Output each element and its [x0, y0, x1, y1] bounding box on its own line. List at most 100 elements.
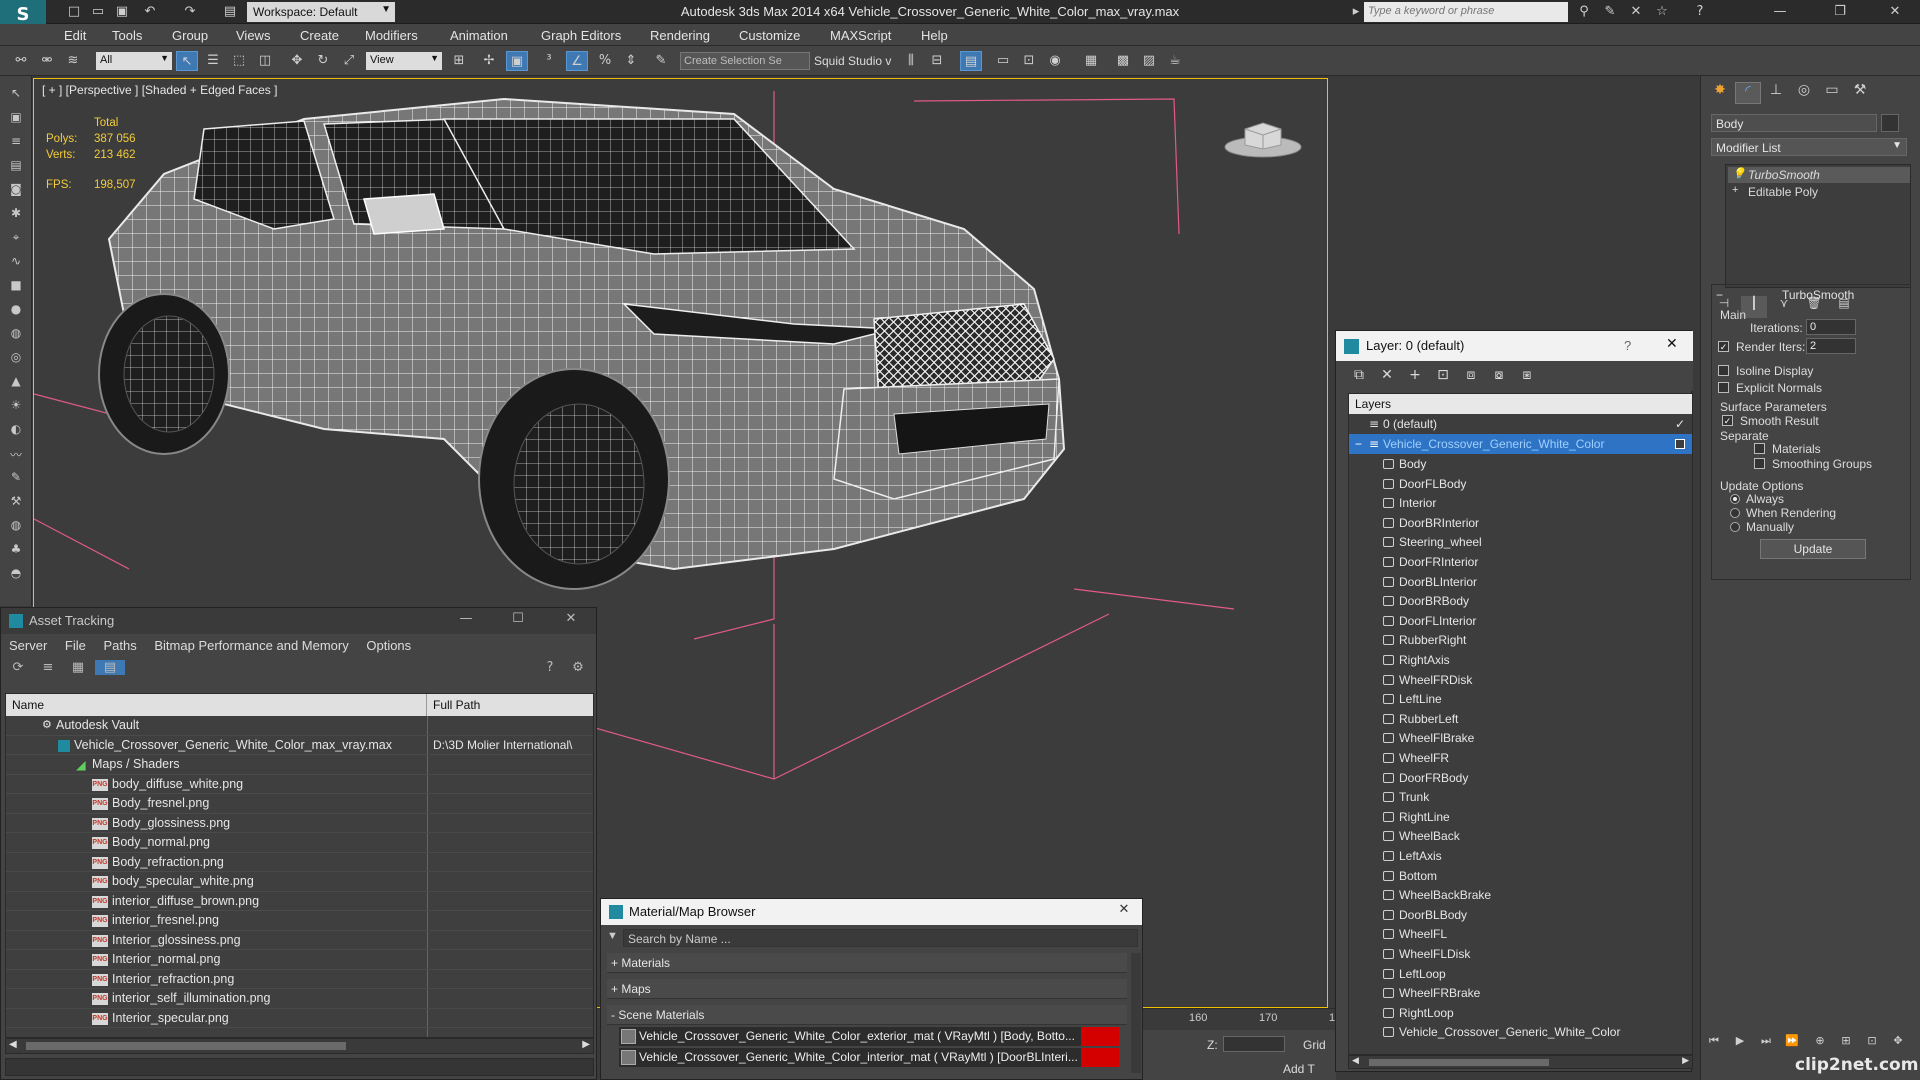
menu-file[interactable]: File	[65, 638, 86, 653]
menu-tools[interactable]: Tools	[112, 28, 142, 43]
scroll-left-icon[interactable]: ◀	[9, 1039, 17, 1050]
isoline-display-checkbox[interactable]	[1718, 365, 1729, 376]
lightbulb-icon[interactable]: 💡	[1732, 167, 1746, 180]
exchange-icon[interactable]: ✕	[1626, 3, 1646, 21]
layer-object-row[interactable]: WheelBackBrake	[1349, 885, 1692, 905]
layer-object-row[interactable]: DoorBLBody	[1349, 905, 1692, 925]
scrollbar-thumb[interactable]	[1369, 1059, 1549, 1066]
layer-object-row[interactable]: WheelBack	[1349, 826, 1692, 846]
layer-object-row[interactable]: Trunk	[1349, 787, 1692, 807]
project-folder-icon[interactable]: ▤	[220, 3, 240, 21]
unlink-icon[interactable]: ⚮	[36, 51, 58, 71]
box-primitive-icon[interactable]: ■	[6, 278, 26, 294]
time-slider-ruler[interactable]: 160 170 1	[1143, 1008, 1336, 1030]
list-icon[interactable]: ≡	[6, 134, 26, 150]
communication-icon[interactable]: ✎	[1600, 3, 1620, 21]
named-selection-set-input[interactable]: Create Selection Se	[680, 52, 810, 70]
align-icon[interactable]: ⊟	[926, 51, 948, 71]
menu-paths[interactable]: Paths	[104, 638, 137, 653]
hammer-icon[interactable]: ⚒	[6, 494, 26, 510]
display-tab-icon[interactable]: ▭	[1819, 82, 1845, 104]
category-maps[interactable]: + Maps	[607, 979, 1127, 999]
layer-object-row[interactable]: DoorBLInterior	[1349, 572, 1692, 592]
spline-icon[interactable]: 〰	[6, 446, 26, 462]
layer-object-row[interactable]: RubberRight	[1349, 630, 1692, 650]
layer-object-row[interactable]: LeftAxis	[1349, 846, 1692, 866]
layer-object-row[interactable]: DoorFLInterior	[1349, 611, 1692, 631]
layer-object-row[interactable]: DoorBRBody	[1349, 591, 1692, 611]
hierarchy-tab-icon[interactable]: ⊥	[1763, 82, 1789, 104]
render-setup-icon[interactable]: ▦	[1080, 51, 1102, 71]
mirror-icon[interactable]: ⫼	[900, 51, 922, 71]
layer-row-vehicle[interactable]: − ≡ Vehicle_Crossover_Generic_White_Colo…	[1349, 434, 1692, 454]
layer-manager-titlebar[interactable]: Layer: 0 (default) ? ✕	[1336, 331, 1693, 361]
modify-tab-icon[interactable]: ◜	[1735, 82, 1761, 104]
z-coordinate-input[interactable]	[1223, 1036, 1285, 1052]
maximize-button[interactable]: ☐	[503, 611, 533, 626]
next-frame-icon[interactable]: ⏭	[1753, 1034, 1779, 1056]
table-row[interactable]: PNG Interior_specular.png	[6, 1009, 593, 1028]
layer-manager-icon[interactable]: ▤	[960, 51, 982, 71]
selection-filter-dropdown[interactable]: All ▼	[96, 52, 172, 70]
cylinder-primitive-icon[interactable]: ◍	[6, 326, 26, 342]
horizontal-scrollbar[interactable]: ◀ ▶	[1348, 1055, 1693, 1069]
motion-tab-icon[interactable]: ◎	[1791, 82, 1817, 104]
column-full-path[interactable]: Full Path	[427, 694, 593, 716]
maximize-button[interactable]: ❐	[1820, 1, 1860, 23]
layer-object-row[interactable]: Steering_wheel	[1349, 532, 1692, 552]
redo-icon[interactable]: ↷	[180, 3, 200, 21]
tree-icon[interactable]: ♣	[6, 542, 26, 558]
layer-object-row[interactable]: WheelFR	[1349, 748, 1692, 768]
layer-object-row[interactable]: Interior	[1349, 493, 1692, 513]
layer-row-default[interactable]: ≡ 0 (default) ✓	[1349, 414, 1692, 434]
binoculars-icon[interactable]: ⚲	[1574, 3, 1594, 21]
zoom-all-icon[interactable]: ⊞	[1833, 1034, 1859, 1056]
menu-group[interactable]: Group	[172, 28, 208, 43]
table-row[interactable]: PNG Interior_normal.png	[6, 950, 593, 970]
iterations-spinner[interactable]: 0	[1806, 319, 1856, 335]
rollout-collapse-icon[interactable]: −	[1716, 288, 1723, 302]
menu-views[interactable]: Views	[236, 28, 270, 43]
menu-maxscript[interactable]: MAXScript	[830, 28, 891, 43]
angle-snap-icon[interactable]: ∠	[566, 51, 588, 71]
render-production-icon[interactable]: ▨	[1138, 51, 1160, 71]
open-folder-icon[interactable]: ▭	[88, 3, 108, 21]
modifier-list-dropdown[interactable]: Modifier List ▼	[1711, 138, 1907, 156]
search-options-icon[interactable]: ▼	[607, 930, 618, 942]
help-icon[interactable]: ?	[1690, 3, 1710, 21]
always-radio[interactable]	[1730, 494, 1740, 504]
material-browser-titlebar[interactable]: Material/Map Browser ✕	[601, 899, 1142, 925]
horizontal-scrollbar[interactable]: ◀ ▶	[5, 1038, 594, 1054]
add-selection-icon[interactable]: +	[1404, 367, 1426, 385]
menu-server[interactable]: Server	[9, 638, 47, 653]
select-in-layer-icon[interactable]: ⊡	[1432, 367, 1454, 385]
render-iters-spinner[interactable]: 2	[1806, 338, 1856, 354]
thumbnail-view-icon[interactable]: ▦	[63, 660, 93, 675]
layer-object-row[interactable]: LeftLoop	[1349, 964, 1692, 984]
scroll-left-icon[interactable]: ◀	[1352, 1055, 1359, 1066]
window-crossing-icon[interactable]: ◫	[254, 51, 276, 71]
hide-all-layers-icon[interactable]: ⧇	[1488, 367, 1510, 385]
percent-snap-icon[interactable]: %	[594, 51, 616, 71]
helper-icon[interactable]: ⌖	[6, 230, 26, 246]
close-button[interactable]: ✕	[1875, 1, 1915, 23]
table-row[interactable]: ⚙ Autodesk Vault	[6, 716, 593, 736]
table-view-icon[interactable]: ▤	[95, 660, 125, 675]
scroll-right-icon[interactable]: ▶	[1682, 1055, 1689, 1066]
menu-customize[interactable]: Customize	[739, 28, 800, 43]
table-row[interactable]: PNG body_diffuse_white.png	[6, 775, 593, 794]
render-iters-checkbox[interactable]: ✓	[1718, 341, 1729, 352]
layer-object-row[interactable]: WheelFL	[1349, 924, 1692, 944]
close-button[interactable]: ✕	[1666, 336, 1678, 352]
table-row[interactable]: PNG Interior_glossiness.png	[6, 931, 593, 950]
smooth-result-checkbox[interactable]: ✓	[1722, 415, 1733, 426]
layer-object-row[interactable]: Vehicle_Crossover_Generic_White_Color	[1349, 1022, 1692, 1042]
table-row[interactable]: PNG interior_self_illumination.png	[6, 989, 593, 1009]
object-color-swatch[interactable]	[1881, 114, 1899, 132]
light-icon[interactable]: ✱	[6, 206, 26, 222]
new-file-icon[interactable]: □	[64, 3, 84, 21]
search-expand-icon[interactable]: ▸	[1346, 3, 1366, 21]
modifier-turbosmooth[interactable]: 💡 TurboSmooth	[1728, 167, 1910, 183]
camera-icon[interactable]: ◙	[6, 182, 26, 198]
material-item-interior[interactable]: Vehicle_Crossover_Generic_White_Color_in…	[619, 1048, 1119, 1067]
